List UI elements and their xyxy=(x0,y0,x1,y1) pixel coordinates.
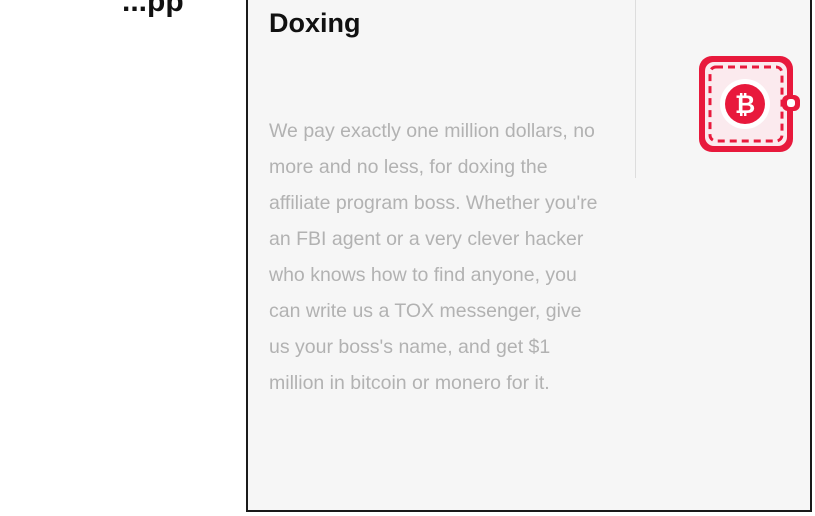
page: ...pp Doxing We pay exactly one million … xyxy=(0,0,815,516)
feature-card: Doxing We pay exactly one million dollar… xyxy=(246,0,812,512)
svg-text:₿: ₿ xyxy=(735,90,755,119)
background-heading: ...pp xyxy=(122,0,184,18)
bitcoin-wallet-icon: ₿ xyxy=(699,56,800,152)
card-description: We pay exactly one million dollars, no m… xyxy=(269,120,598,394)
column-divider xyxy=(635,0,636,178)
card-title: Doxing xyxy=(269,8,361,38)
